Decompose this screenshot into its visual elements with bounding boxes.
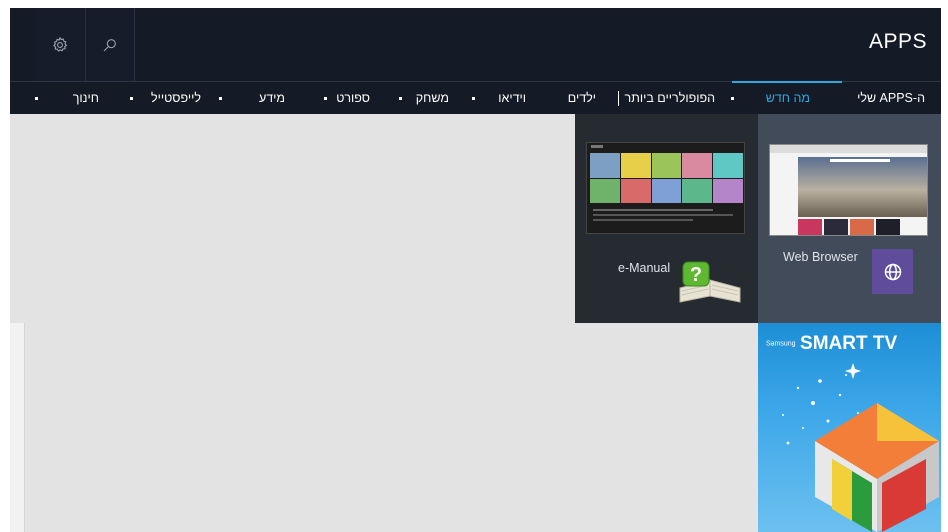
preview-text-line (593, 219, 693, 221)
web-browser-label: Web Browser (783, 250, 858, 264)
e-manual-preview (586, 142, 745, 234)
web-browser-tile[interactable]: Web Browser (758, 114, 941, 323)
preview-text-line (830, 159, 890, 162)
tab-lifestyle[interactable]: לייפסטייל (151, 82, 201, 115)
tab-whats-new[interactable]: מה חדש (766, 82, 810, 115)
nav-separator (130, 97, 133, 100)
preview-photo (798, 157, 927, 217)
tab-info[interactable]: מידע (259, 82, 285, 115)
smart-hub-cube-icon (815, 403, 939, 532)
preview-thumb (798, 219, 822, 235)
tab-games[interactable]: משחק (416, 82, 449, 115)
globe-icon (884, 263, 901, 280)
scroll-edge (10, 323, 25, 532)
toolbar-divider (134, 8, 135, 81)
tab-sports[interactable]: ספורט (336, 82, 370, 115)
tab-education[interactable]: חינוך (73, 82, 99, 115)
preview-text-line (593, 214, 733, 216)
e-manual-tile[interactable]: e-Manual ? (575, 114, 758, 323)
help-book-icon: ? (679, 261, 741, 303)
preview-cell (620, 178, 651, 203)
nav-separator (324, 97, 327, 100)
preview-cell (620, 153, 651, 178)
e-manual-preview-grid (590, 153, 743, 203)
preview-cell (651, 178, 682, 203)
svg-text:?: ? (690, 264, 702, 286)
category-nav: ה-APPS שלי מה חדש הפופולריים ביותר ילדים… (10, 81, 941, 114)
preview-cell (713, 178, 743, 203)
search-icon (103, 38, 116, 51)
preview-thumb (824, 219, 848, 235)
nav-separator (731, 97, 734, 100)
preview-thumb (876, 219, 900, 235)
nav-separator (219, 97, 222, 100)
tab-my-apps[interactable]: ה-APPS שלי (857, 82, 925, 115)
nav-separator (472, 97, 475, 100)
nav-separator (399, 97, 402, 100)
preview-cell (590, 178, 620, 203)
tab-most-popular[interactable]: הפופולריים ביותר (625, 82, 715, 115)
preview-cell (651, 153, 682, 178)
preview-cell (682, 178, 713, 203)
web-browser-preview (769, 144, 928, 236)
preview-cell (590, 153, 620, 178)
preview-cell (682, 153, 713, 178)
tab-kids[interactable]: ילדים (568, 82, 596, 115)
settings-button[interactable] (36, 8, 84, 81)
nav-separator (35, 97, 38, 100)
tab-video[interactable]: וידיאו (498, 82, 526, 115)
preview-thumb (850, 219, 874, 235)
preview-text-line (593, 209, 713, 211)
web-browser-icon-box (872, 249, 913, 294)
preview-cell (713, 153, 743, 178)
top-bar: APPS (10, 8, 941, 81)
page-title: APPS (868, 30, 927, 53)
gear-icon (53, 36, 68, 52)
search-button[interactable] (86, 8, 134, 81)
text-cursor (618, 91, 619, 106)
preview-toolbar (770, 145, 927, 153)
samsung-smart-tv-tile[interactable]: Samsung SMART TV (758, 323, 941, 532)
preview-header (591, 145, 603, 148)
e-manual-label: e-Manual (618, 261, 671, 275)
